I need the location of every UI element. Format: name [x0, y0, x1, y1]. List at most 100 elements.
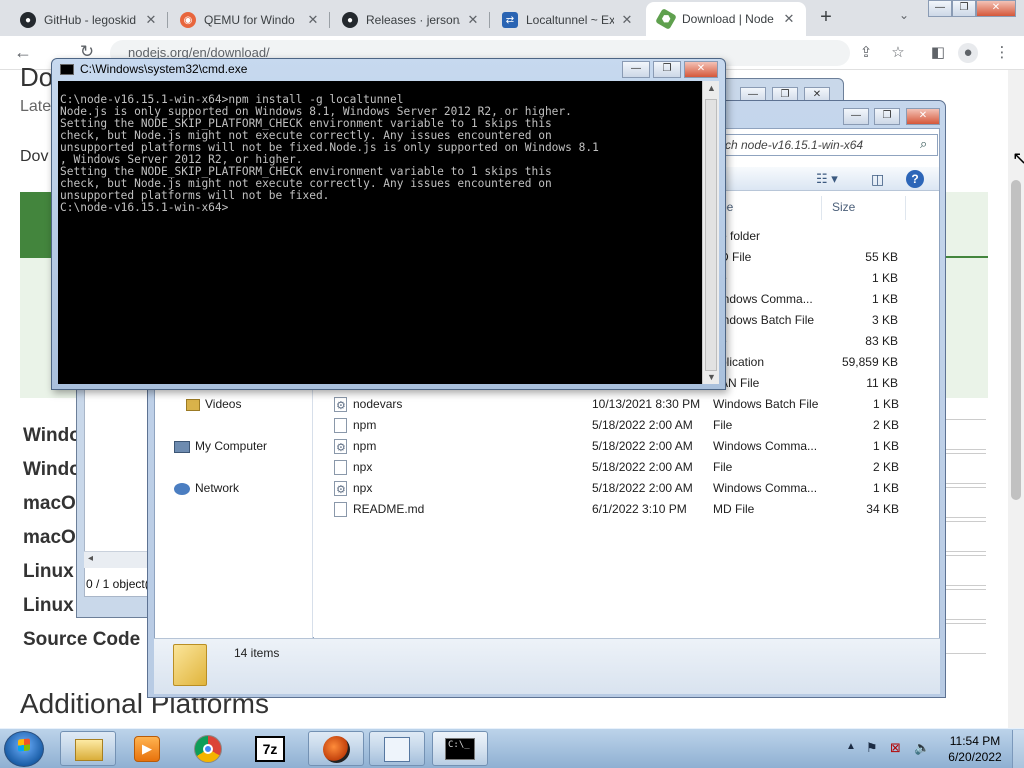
maximize-button[interactable]: ❐ — [874, 108, 900, 125]
scroll-left-icon[interactable]: ◂ — [88, 553, 93, 564]
folder-icon — [173, 644, 207, 686]
nav-item-videos[interactable]: Videos — [186, 394, 241, 414]
github-icon: ● — [20, 12, 36, 28]
show-hidden-icons[interactable]: ▲ — [846, 741, 856, 752]
item-count: 14 items — [234, 646, 280, 660]
download-link-cell[interactable] — [944, 453, 986, 484]
views-icon[interactable]: ☷ ▾ — [816, 171, 838, 187]
list-item[interactable]: indows Batch File 3 KB — [720, 310, 910, 331]
column-header-size[interactable]: Size — [828, 196, 906, 220]
clock[interactable]: 11:54 PM 6/20/2022 — [940, 733, 1010, 765]
download-link-cell[interactable] — [944, 589, 986, 620]
console-output[interactable]: C:\node-v16.15.1-win-x64>npm install -g … — [58, 81, 702, 384]
help-icon[interactable]: ? — [906, 170, 924, 188]
tab-search-button[interactable]: ⌄ — [893, 8, 915, 28]
tab-nodejs-download[interactable]: ⬢ Download | Node ✕ — [646, 2, 806, 36]
close-button[interactable]: ✕ — [906, 108, 940, 125]
maximize-button[interactable]: ❐ — [653, 61, 681, 78]
file-type: File — [713, 460, 733, 474]
close-tab-icon[interactable]: ✕ — [144, 12, 158, 28]
platform-row-label: macO — [23, 527, 76, 548]
list-item[interactable]: indows Comma... 1 KB — [720, 289, 910, 310]
download-link-cell[interactable] — [944, 487, 986, 518]
console-line: C:\node-v16.15.1-win-x64> — [60, 201, 229, 214]
media-player-icon[interactable]: ▶ — [134, 736, 160, 762]
preview-pane-icon[interactable]: ◫ — [871, 171, 884, 188]
list-item[interactable]: nodevars 10/13/2021 8:30 PM Windows Batc… — [314, 394, 914, 417]
download-link-cell[interactable] — [944, 419, 986, 450]
new-tab-button[interactable]: + — [813, 6, 839, 30]
close-button[interactable]: ✕ — [976, 0, 1016, 17]
column-header-type[interactable]: pe — [716, 196, 822, 220]
file-type: Windows Comma... — [713, 481, 818, 495]
taskbar-qemu[interactable] — [308, 731, 364, 766]
maximize-button[interactable]: ❐ — [952, 0, 976, 17]
minimize-button[interactable]: — — [928, 0, 952, 17]
taskbar-cmd[interactable]: C:\_ — [432, 731, 488, 766]
share-icon[interactable]: ⇪ — [856, 43, 876, 63]
minimize-button[interactable]: — — [622, 61, 650, 78]
scrollbar-thumb[interactable] — [705, 99, 717, 371]
mouse-cursor-icon: ↖ — [1012, 148, 1024, 168]
list-item[interactable]: npm 5/18/2022 2:00 AM File 2 KB — [314, 415, 914, 436]
7zip-icon[interactable]: 7z — [255, 736, 285, 762]
list-item[interactable]: AN File 11 KB — [720, 373, 910, 394]
explorer-icon — [75, 739, 103, 761]
menu-kebab-icon[interactable]: ⋮ — [992, 43, 1012, 63]
console-scrollbar[interactable]: ▲ ▼ — [702, 81, 719, 384]
nav-label: Network — [195, 481, 240, 495]
side-panel-icon[interactable]: ◧ — [928, 43, 948, 63]
close-tab-icon[interactable]: ✕ — [466, 12, 480, 28]
file-size: 2 KB — [872, 460, 899, 474]
cmd-icon: C:\_ — [445, 738, 475, 760]
list-item[interactable]: README.md 6/1/2022 3:10 PM MD File 34 KB — [314, 499, 914, 520]
list-item[interactable]: plication 59,859 KB — [720, 352, 910, 373]
close-tab-icon[interactable]: ✕ — [620, 12, 634, 28]
volume-icon[interactable]: 🔈 — [914, 740, 930, 756]
list-item[interactable]: npx 5/18/2022 2:00 AM File 2 KB — [314, 457, 914, 478]
download-link-cell[interactable] — [944, 623, 986, 654]
tab-github[interactable]: ● GitHub - legoskid ✕ — [8, 4, 168, 36]
tab-releases[interactable]: ● Releases · jerson/ ✕ — [330, 4, 490, 36]
minimize-button[interactable]: — — [843, 108, 869, 125]
tab-qemu[interactable]: ◉ QEMU for Windo ✕ — [168, 4, 330, 36]
list-item[interactable]: D File 55 KB — [720, 247, 910, 268]
download-link-cell[interactable] — [944, 555, 986, 586]
list-item[interactable]: npm 5/18/2022 2:00 AM Windows Comma... 1… — [314, 436, 914, 459]
file-date: 5/18/2022 2:00 AM — [592, 418, 693, 432]
nav-item-my-computer[interactable]: My Computer — [174, 436, 267, 456]
close-tab-icon[interactable]: ✕ — [782, 11, 796, 27]
close-tab-icon[interactable]: ✕ — [306, 12, 320, 28]
taskbar-explorer[interactable] — [60, 731, 116, 766]
list-item[interactable]: e1 KB — [720, 268, 910, 289]
nav-item-network[interactable]: Network — [174, 478, 239, 498]
scroll-up-icon[interactable]: ▲ — [707, 83, 716, 93]
search-icon[interactable]: ⌕ — [920, 136, 927, 152]
computer-icon — [174, 440, 190, 453]
profile-avatar-icon[interactable]: ● — [958, 43, 978, 63]
list-item[interactable]: npx 5/18/2022 2:00 AM Windows Comma... 1… — [314, 478, 914, 501]
back-icon[interactable]: ← — [12, 42, 34, 64]
file-type: Windows Comma... — [713, 439, 818, 453]
close-button[interactable]: ✕ — [684, 61, 718, 78]
file-size: 83 KB — [865, 334, 898, 348]
action-center-icon[interactable]: ⚑ — [866, 740, 878, 756]
file-size: 1 KB — [872, 439, 899, 453]
network-disconnected-icon[interactable]: ⊠ — [890, 740, 901, 756]
qemu-icon — [323, 736, 350, 763]
file-icon — [334, 418, 347, 433]
current-download-tab[interactable] — [940, 192, 988, 258]
chrome-icon[interactable] — [194, 735, 222, 763]
search-input[interactable]: rch node-v16.15.1-win-x64 — [716, 134, 938, 156]
file-type: e folder — [720, 229, 761, 243]
show-desktop-button[interactable] — [1012, 730, 1024, 768]
horizontal-scrollbar[interactable]: ◂ — [84, 551, 154, 568]
list-item[interactable]: e83 KB — [720, 331, 910, 352]
scroll-down-icon[interactable]: ▼ — [707, 372, 716, 382]
scrollbar-thumb[interactable] — [1011, 180, 1021, 500]
bookmark-star-icon[interactable]: ☆ — [888, 43, 908, 63]
download-link-cell[interactable] — [944, 521, 986, 552]
list-item[interactable]: e folder — [720, 226, 910, 247]
tab-localtunnel[interactable]: ⇄ Localtunnel ~ Exp ✕ — [490, 4, 644, 36]
taskbar-notepad[interactable] — [369, 731, 425, 766]
